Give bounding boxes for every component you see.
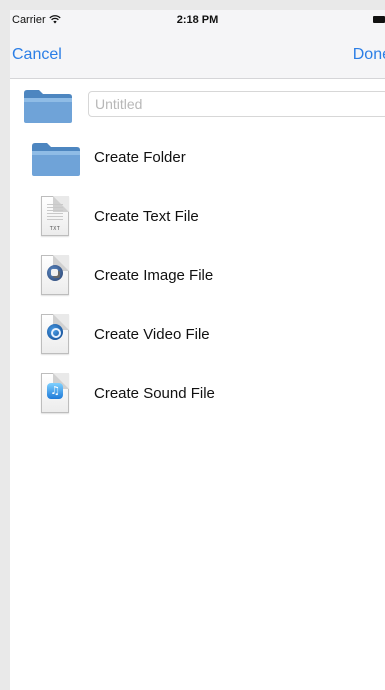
navigation-bar: Carrier 2:18 PM Cancel Done [10,10,385,79]
folder-icon [32,143,80,176]
create-text-file-item[interactable]: TXT Create Text File [10,189,385,248]
cancel-button[interactable]: Cancel [12,46,62,64]
create-video-file-label: Create Video File [94,326,210,343]
video-file-icon-box [30,314,84,358]
status-bar: Carrier 2:18 PM [10,10,385,32]
sound-file-icon [41,373,69,413]
video-file-icon [41,314,69,354]
music-note-icon [47,383,63,399]
create-folder-label: Create Folder [94,149,186,166]
done-button[interactable]: Done [353,46,385,64]
folder-icon-box [30,137,84,181]
create-options-list: Create Folder TXT Create Text File Creat… [10,130,385,425]
create-image-file-item[interactable]: Create Image File [10,248,385,307]
create-video-file-item[interactable]: Create Video File [10,307,385,366]
create-sound-file-label: Create Sound File [94,385,215,402]
image-file-icon [41,255,69,295]
name-input[interactable] [88,91,385,117]
image-file-icon-box [30,255,84,299]
create-sound-file-item[interactable]: Create Sound File [10,366,385,425]
name-row [10,84,385,128]
create-text-file-label: Create Text File [94,208,199,225]
quicktime-badge-icon [47,324,63,340]
status-time: 2:18 PM [176,14,219,26]
create-image-file-label: Create Image File [94,267,214,284]
text-file-icon: TXT [41,196,69,236]
folder-icon [24,90,72,123]
screen: Carrier 2:18 PM Cancel Done Create Folde… [10,10,385,690]
battery-icon [373,16,385,23]
text-lines [47,204,63,222]
text-file-icon-box: TXT [30,196,84,240]
image-badge-icon [47,265,63,281]
create-folder-item[interactable]: Create Folder [10,130,385,189]
txt-tag: TXT [49,226,61,232]
sound-file-icon-box [30,373,84,417]
